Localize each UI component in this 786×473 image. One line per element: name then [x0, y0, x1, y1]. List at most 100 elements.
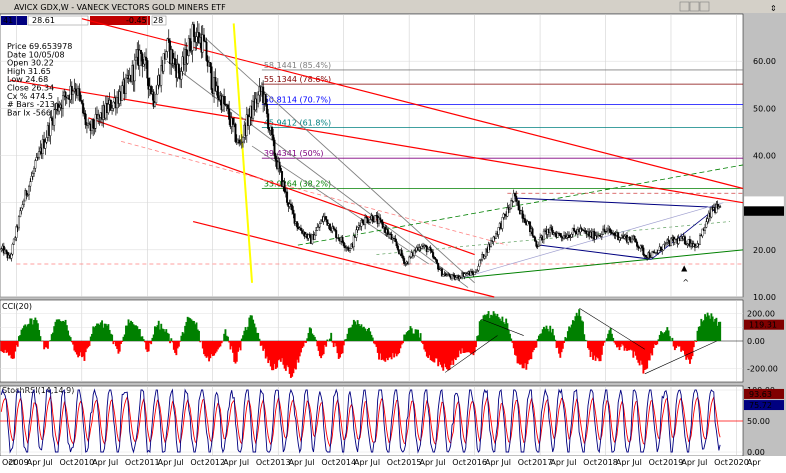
candle-body [192, 24, 195, 37]
price-mark-bg [743, 196, 785, 207]
cci-bar [535, 341, 538, 348]
candle-body [537, 244, 540, 247]
candle-body [534, 237, 537, 242]
candle-body [231, 117, 234, 125]
candle-body [355, 229, 358, 238]
candle-body [705, 221, 708, 228]
candle-body [706, 218, 709, 222]
candle-body [318, 223, 321, 228]
cci-bar [719, 321, 722, 341]
cci-bar [671, 337, 674, 341]
candle-body [61, 95, 64, 109]
candle-body [267, 113, 270, 129]
close-icon [699, 1, 710, 12]
candle-body [10, 253, 13, 259]
candle-body [550, 227, 553, 231]
cci-bar [668, 336, 671, 341]
candle-body [226, 104, 229, 110]
candle-body [234, 123, 237, 142]
xtick-year-2010: 2010 [74, 458, 94, 467]
candle-body [257, 94, 260, 104]
candle-body [342, 242, 345, 246]
candle-body [683, 236, 686, 244]
ytick-price-3: 40.00 [753, 152, 776, 161]
xtick-month: Apr [92, 458, 107, 467]
candle-body [532, 235, 535, 238]
xtick-month: Apr [747, 458, 762, 467]
candle-body [292, 209, 295, 214]
cci-bar [305, 341, 307, 343]
candle-body [228, 108, 231, 120]
maximize-icon [689, 1, 700, 12]
candle-body [180, 71, 183, 80]
cci-bar [198, 330, 200, 341]
candle-body [107, 104, 110, 114]
candle-body [82, 103, 85, 114]
xtick-month: Apr [354, 458, 369, 467]
candle-body [442, 274, 445, 277]
header-field-a: 41 [3, 16, 13, 25]
candle-body [609, 229, 612, 233]
candle-body [5, 249, 8, 253]
xtick-month: Apr [616, 458, 631, 467]
candle-body [574, 230, 577, 233]
xtick-year-2019: 2019 [663, 458, 683, 467]
xtick-month: Jul [500, 458, 511, 467]
candle-body [28, 185, 31, 196]
candle-body [394, 238, 397, 242]
candle-body [155, 93, 158, 104]
candle-body [521, 210, 524, 219]
candle-body [186, 55, 189, 64]
xtick-month: Jul [435, 458, 446, 467]
candle-body [613, 233, 616, 236]
candle-body [248, 116, 251, 126]
header-field-d: 28 [153, 16, 163, 25]
cci-bar [88, 341, 91, 346]
candle-body [570, 234, 573, 238]
candle-body [133, 59, 136, 82]
candle-body [403, 258, 406, 264]
stoch-last-d: 93.63 [749, 390, 772, 399]
ytick-cci-0: -200.00 [747, 364, 778, 373]
candle-body [539, 237, 542, 246]
cci-bar [510, 338, 513, 341]
candle-body [177, 64, 180, 74]
chart-svg: 41 28.61 -0.45 28 AVICX GDX,W - VANECK VECTO… [0, 0, 786, 473]
candle-body [335, 230, 338, 238]
xtick-year-2012: 2012 [205, 458, 225, 467]
candle-body [432, 252, 435, 258]
xtick-month: Oct [190, 458, 204, 467]
xtick-month: Apr [420, 458, 435, 467]
header-field-b: 28.61 [32, 16, 55, 25]
xtick-month: Jul [697, 458, 708, 467]
candle-body [202, 34, 205, 42]
candle-body [210, 66, 213, 90]
candle-body [167, 38, 170, 41]
cci-bar [179, 341, 182, 342]
xtick-month: Apr [223, 458, 238, 467]
cci-bar [142, 339, 145, 341]
candle-body [361, 220, 364, 223]
ytick-cci-3: 200.00 [747, 310, 775, 319]
cci-title: CCI(20) [2, 302, 32, 311]
xtick-year-2017: 2017 [532, 458, 552, 467]
candle-body [189, 38, 192, 52]
ytick-price-0: 10.00 [753, 293, 776, 302]
candle-body [667, 239, 670, 242]
xtick-month: Jul [238, 458, 249, 467]
candle-body [497, 227, 500, 235]
candle-body [92, 119, 95, 129]
cci-bar [585, 340, 588, 341]
marker-blue: ^ [682, 278, 689, 287]
candle-body [111, 108, 114, 111]
xtick-month-first: Oct [2, 458, 16, 467]
cci-bar [694, 340, 696, 341]
cci-bar [46, 341, 49, 349]
candle-body [478, 260, 481, 267]
candle-body [356, 227, 359, 231]
candle-body [631, 238, 634, 243]
candle-body [471, 271, 474, 274]
candle-body [719, 206, 722, 208]
candle-body [328, 223, 331, 231]
candle-body [146, 60, 149, 79]
